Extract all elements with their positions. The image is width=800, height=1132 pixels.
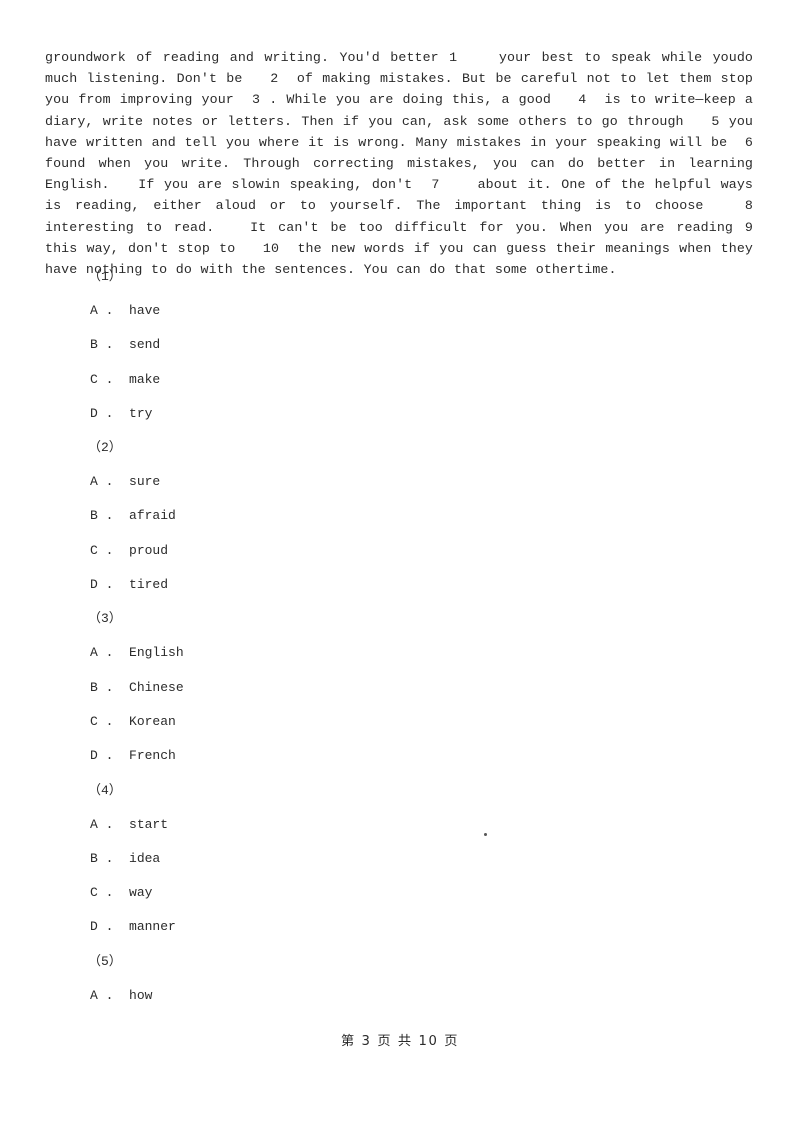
option-letter: A . xyxy=(90,987,114,1003)
option-3-c[interactable]: C . Korean xyxy=(90,711,800,745)
page-footer: 第 3 页 共 10 页 xyxy=(340,1034,460,1049)
question-block-1: （1） A . have B . send C . make D . try xyxy=(0,266,800,437)
option-label: tired xyxy=(129,577,169,593)
question-number-5: （5） xyxy=(88,953,122,969)
option-letter: A . xyxy=(90,474,114,490)
question-list: （1） A . have B . send C . make D . try （… xyxy=(0,266,800,1019)
option-letter: A . xyxy=(90,816,114,832)
option-1-d[interactable]: D . try xyxy=(90,403,800,437)
option-letter: B . xyxy=(90,850,114,866)
option-letter: B . xyxy=(90,508,114,524)
option-label: start xyxy=(129,816,169,832)
option-1-b[interactable]: B . send xyxy=(90,334,800,368)
option-3-a[interactable]: A . English xyxy=(90,642,800,676)
option-label: how xyxy=(129,987,153,1003)
question-block-5: （5） A . how xyxy=(0,951,800,1019)
option-letter: C . xyxy=(90,542,114,558)
option-3-b[interactable]: B . Chinese xyxy=(90,677,800,711)
option-letter: D . xyxy=(90,919,114,935)
option-label: English xyxy=(129,645,184,661)
option-1-a[interactable]: A . have xyxy=(90,300,800,334)
question-number-1: （1） xyxy=(88,269,122,284)
question-number-2: （2） xyxy=(88,440,122,456)
option-label: send xyxy=(129,337,161,353)
option-4-d[interactable]: D . manner xyxy=(90,916,800,950)
option-letter: C . xyxy=(90,713,114,729)
option-4-a[interactable]: A . start xyxy=(90,814,800,848)
question-number-3: （3） xyxy=(88,611,122,627)
option-label: afraid xyxy=(129,508,176,524)
option-2-b[interactable]: B . afraid xyxy=(90,505,800,539)
option-label: way xyxy=(129,885,153,901)
option-label: make xyxy=(129,371,161,387)
option-letter: A . xyxy=(90,645,114,661)
option-label: Chinese xyxy=(129,679,184,695)
option-label: idea xyxy=(129,850,161,866)
scan-artifact-dot xyxy=(484,833,487,836)
option-2-d[interactable]: D . tired xyxy=(90,574,800,608)
option-label: French xyxy=(129,748,176,764)
option-label: have xyxy=(129,303,161,318)
option-letter: B . xyxy=(90,679,114,695)
option-letter: D . xyxy=(90,577,114,593)
question-block-3: （3） A . English B . Chinese C . Korean D… xyxy=(0,608,800,779)
option-4-c[interactable]: C . way xyxy=(90,882,800,916)
option-label: proud xyxy=(129,542,169,558)
question-block-4: （4） A . start B . idea C . way D . manne… xyxy=(0,780,800,951)
document-page: groundwork of reading and writing. You'd… xyxy=(0,0,800,1132)
option-label: Korean xyxy=(129,713,176,729)
option-2-c[interactable]: C . proud xyxy=(90,540,800,574)
question-block-2: （2） A . sure B . afraid C . proud D . ti… xyxy=(0,437,800,608)
question-number-4: （4） xyxy=(88,782,122,798)
option-label: sure xyxy=(129,474,161,490)
option-1-c[interactable]: C . make xyxy=(90,369,800,403)
option-letter: A . xyxy=(90,303,114,318)
option-2-a[interactable]: A . sure xyxy=(90,471,800,505)
option-letter: B . xyxy=(90,337,114,353)
option-letter: C . xyxy=(90,885,114,901)
option-5-a[interactable]: A . how xyxy=(90,985,800,1019)
option-letter: D . xyxy=(90,748,114,764)
option-letter: C . xyxy=(90,371,114,387)
option-4-b[interactable]: B . idea xyxy=(90,848,800,882)
option-label: manner xyxy=(129,919,176,935)
option-3-d[interactable]: D . French xyxy=(90,745,800,779)
option-letter: D . xyxy=(90,405,114,421)
cloze-passage-text: groundwork of reading and writing. You'd… xyxy=(45,50,788,278)
option-label: try xyxy=(129,405,153,421)
